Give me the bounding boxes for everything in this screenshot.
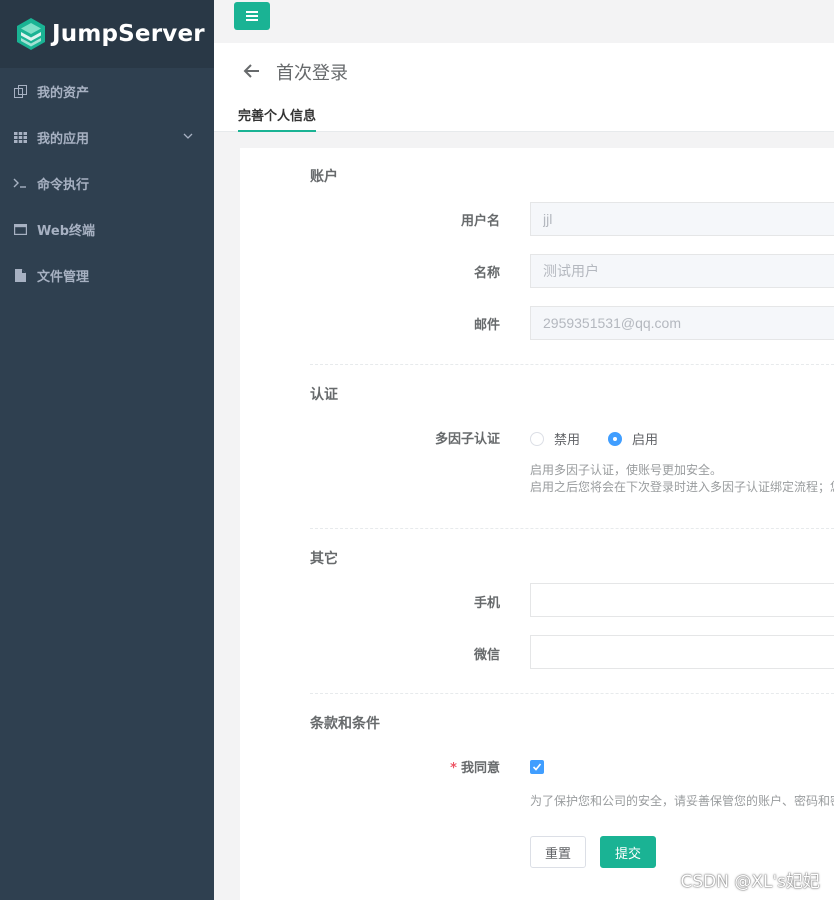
checkmark-icon xyxy=(532,763,542,771)
radio-circle-selected xyxy=(608,431,623,446)
submit-button[interactable]: 提交 xyxy=(600,836,656,868)
chevron-down-icon[interactable] xyxy=(182,130,194,142)
mfa-option-enable[interactable]: 启用 xyxy=(608,429,658,448)
terminal-icon xyxy=(13,176,27,190)
mfa-option-disable[interactable]: 禁用 xyxy=(530,429,580,448)
logo[interactable]: JumpServer xyxy=(0,0,214,68)
email-input[interactable] xyxy=(530,306,834,340)
radio-label: 禁用 xyxy=(554,433,581,448)
mfa-radio-group: 禁用 启用 xyxy=(530,429,686,448)
divider xyxy=(310,528,834,529)
terms-help: 为了保护您和公司的安全，请妥善保管您的账户、密码和密 xyxy=(530,794,834,808)
jumpserver-logo-icon xyxy=(17,18,45,50)
wechat-label: 微信 xyxy=(473,648,500,663)
agree-label: * 我同意 xyxy=(310,757,500,776)
sidebar-item-file-manager[interactable]: 文件管理 xyxy=(0,252,214,298)
section-title-account: 账户 xyxy=(310,169,338,185)
sidebar-item-my-apps[interactable]: 我的应用 xyxy=(0,114,214,160)
assets-icon xyxy=(13,84,27,98)
page-title: 首次登录 xyxy=(276,63,348,84)
sidebar-item-label: 我的资产 xyxy=(37,85,90,101)
agree-checkbox[interactable] xyxy=(530,760,544,774)
name-label: 名称 xyxy=(473,266,500,281)
radio-label: 启用 xyxy=(632,433,659,448)
section-title-other: 其它 xyxy=(310,551,338,567)
sidebar-item-label: 文件管理 xyxy=(37,269,90,285)
file-icon xyxy=(13,268,27,282)
form-card: 账户 用户名 名称 邮件 认证 多因子认证 禁用 启用 启用多因子认证，使账号更… xyxy=(240,148,834,900)
wechat-input[interactable] xyxy=(530,635,834,669)
section-title-terms: 条款和条件 xyxy=(310,716,380,732)
hamburger-icon xyxy=(246,11,258,21)
tab-complete-profile[interactable]: 完善个人信息 xyxy=(238,105,317,132)
brand-name: JumpServer xyxy=(52,21,205,47)
sidebar-item-label: 我的应用 xyxy=(37,131,90,147)
sidebar-item-label: Web终端 xyxy=(37,223,95,239)
divider xyxy=(310,364,834,365)
radio-circle xyxy=(530,431,544,446)
grid-icon xyxy=(13,130,27,144)
agree-label-text: 我同意 xyxy=(460,761,500,776)
back-arrow-icon[interactable] xyxy=(242,61,262,81)
window-icon xyxy=(13,222,27,236)
sidebar-item-web-terminal[interactable]: Web终端 xyxy=(0,206,214,252)
phone-input[interactable] xyxy=(530,583,834,617)
phone-label: 手机 xyxy=(473,596,500,611)
username-input[interactable] xyxy=(530,202,834,236)
page-header: 首次登录 完善个人信息 xyxy=(214,43,834,132)
section-title-auth: 认证 xyxy=(310,387,338,403)
sidebar-item-label: 命令执行 xyxy=(37,177,90,193)
username-label: 用户名 xyxy=(460,214,500,229)
sidebar-toggle-button[interactable] xyxy=(234,2,270,30)
email-label: 邮件 xyxy=(473,318,500,333)
divider xyxy=(310,693,834,694)
sidebar-item-command-exec[interactable]: 命令执行 xyxy=(0,160,214,206)
mfa-label: 多因子认证 xyxy=(434,432,500,447)
watermark: CSDN @XL's妃妃 xyxy=(680,872,820,892)
mfa-help-line1: 启用多因子认证，使账号更加安全。 xyxy=(530,463,723,477)
reset-button[interactable]: 重置 xyxy=(530,836,586,868)
sidebar: JumpServer 我的资产 我的应用 命令执行 Web终端 文件管理 xyxy=(0,0,214,900)
top-bar xyxy=(214,0,834,43)
name-input[interactable] xyxy=(530,254,834,288)
required-mark: * xyxy=(450,761,457,776)
mfa-help-line2: 启用之后您将会在下次登录时进入多因子认证绑定流程；您 xyxy=(530,480,834,494)
sidebar-item-my-assets[interactable]: 我的资产 xyxy=(0,68,214,114)
